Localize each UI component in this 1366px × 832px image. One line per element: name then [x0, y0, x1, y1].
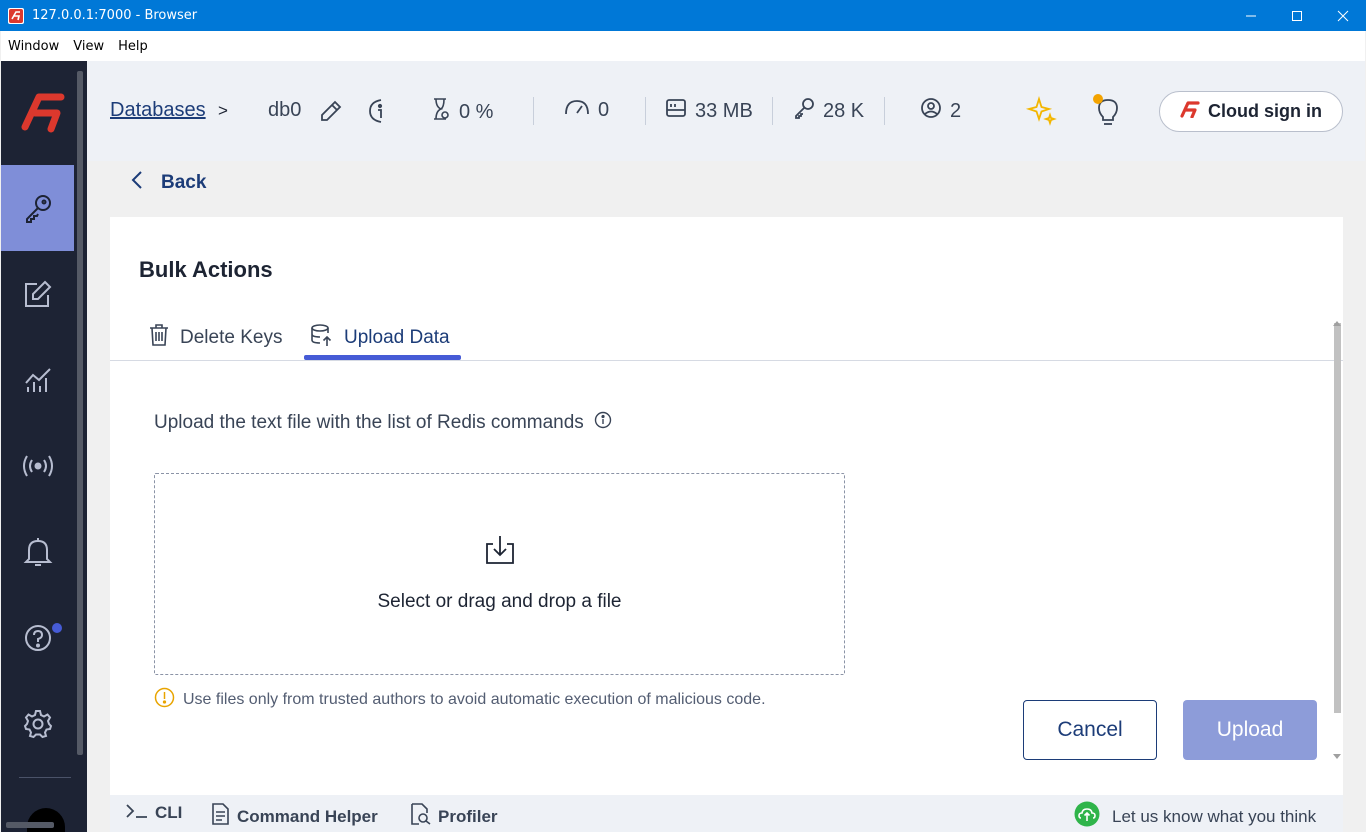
cpu-stat: 0 %	[431, 97, 493, 127]
cloud-sign-in-button[interactable]: Cloud sign in	[1159, 91, 1343, 132]
active-tab-indicator	[304, 355, 461, 360]
chevron-left-icon	[131, 170, 143, 196]
cli-button[interactable]: CLI	[126, 803, 182, 823]
memory-value: 33 MB	[695, 99, 753, 122]
close-button[interactable]	[1320, 0, 1366, 31]
profiler-button[interactable]: Profiler	[409, 803, 498, 830]
window-title: 127.0.0.1:7000 - Browser	[32, 8, 198, 23]
nav-help-question-icon[interactable]	[1, 595, 74, 681]
back-link[interactable]: Back	[131, 170, 206, 196]
maximize-button[interactable]	[1274, 0, 1320, 31]
nav-divider	[19, 777, 71, 778]
warning-info-icon	[154, 687, 175, 713]
terminal-prompt-icon	[126, 803, 148, 823]
nav-browser-key-icon[interactable]	[1, 165, 74, 251]
scroll-up-arrow-icon[interactable]	[1333, 313, 1341, 331]
header-divider	[645, 97, 646, 125]
feedback-cloud-arrow-icon	[1074, 801, 1100, 832]
menu-view[interactable]: View	[66, 39, 111, 54]
warning-text: Use files only from trusted authors to a…	[183, 691, 766, 708]
upload-instructions: Upload the text file with the list of Re…	[154, 411, 612, 435]
clients-value: 2	[950, 99, 962, 122]
memory-stat: 33 MB	[665, 97, 753, 125]
file-dropzone[interactable]: Select or drag and drop a file	[154, 473, 845, 675]
panel-scrollbar[interactable]	[1334, 323, 1341, 713]
trash-icon	[148, 323, 170, 353]
upload-button[interactable]: Upload	[1183, 700, 1317, 760]
breadcrumb-separator: >	[218, 101, 228, 120]
cloud-sign-in-label: Cloud sign in	[1208, 101, 1322, 121]
tab-upload-data-label: Upload Data	[344, 327, 450, 348]
scroll-down-arrow-icon[interactable]	[1333, 747, 1341, 765]
minimize-button[interactable]	[1228, 0, 1274, 31]
back-label: Back	[161, 172, 207, 193]
header-divider	[884, 97, 885, 125]
security-warning: Use files only from trusted authors to a…	[154, 687, 766, 713]
bulk-actions-panel: Bulk Actions Delete Keys Upload Data Upl…	[110, 217, 1343, 795]
info-icon[interactable]	[367, 98, 391, 129]
bottom-bar: CLI Command Helper Profiler Let us know …	[110, 795, 1343, 832]
nav-settings-gear-icon[interactable]	[1, 681, 74, 767]
header-divider	[772, 97, 773, 125]
database-upload-icon	[310, 323, 334, 353]
cancel-button[interactable]: Cancel	[1023, 700, 1157, 760]
download-tray-icon	[483, 534, 517, 571]
menu-help[interactable]: Help	[111, 39, 155, 54]
help-notification-badge	[52, 623, 62, 633]
cpu-hourglass-icon	[431, 97, 451, 127]
menu-bar: Window View Help	[1, 31, 1365, 61]
menu-window[interactable]: Window	[1, 39, 66, 54]
nav-scrollbar[interactable]	[77, 71, 83, 755]
ops-stat: 0	[564, 97, 609, 123]
info-circle-icon[interactable]	[594, 411, 612, 435]
upload-instructions-label: Upload the text file with the list of Re…	[154, 412, 584, 433]
window-titlebar: 127.0.0.1:7000 - Browser	[0, 0, 1366, 31]
clients-stat: 2	[920, 97, 961, 125]
feedback-link[interactable]: Let us know what you think	[1074, 801, 1316, 832]
profiler-label: Profiler	[438, 806, 498, 826]
keys-key-icon	[793, 97, 815, 125]
redis-cloud-icon	[1180, 100, 1200, 123]
cpu-value: 0 %	[459, 100, 494, 123]
bulk-actions-tabs: Delete Keys Upload Data	[110, 315, 1343, 361]
tab-delete-keys-label: Delete Keys	[180, 327, 283, 348]
speedometer-icon	[564, 97, 590, 123]
edit-pencil-icon[interactable]	[319, 99, 343, 128]
nav-notifications-bell-icon[interactable]	[1, 509, 74, 595]
command-helper-label: Command Helper	[237, 806, 378, 826]
dropzone-text: Select or drag and drop a file	[377, 591, 622, 612]
user-icon	[920, 97, 942, 125]
ai-sparkle-icon[interactable]	[1025, 95, 1057, 132]
ops-value: 0	[598, 98, 610, 121]
nav-analysis-chart-icon[interactable]	[1, 337, 74, 423]
tab-delete-keys[interactable]: Delete Keys	[148, 315, 282, 361]
top-header: Databases > db0 0 % 0 33 MB 28 K 2 Cloud…	[87, 61, 1365, 161]
insights-lightbulb-icon[interactable]	[1091, 93, 1125, 132]
left-navigation	[1, 61, 87, 832]
profiler-search-doc-icon	[409, 803, 431, 830]
memory-disk-icon	[665, 97, 687, 125]
header-divider	[533, 97, 534, 125]
breadcrumb-databases-link[interactable]: Databases	[110, 99, 206, 122]
feedback-label: Let us know what you think	[1112, 806, 1317, 826]
command-helper-button[interactable]: Command Helper	[210, 803, 378, 830]
nav-pubsub-broadcast-icon[interactable]	[1, 423, 74, 509]
database-name: db0	[268, 99, 302, 121]
nav-horizontal-scrollbar[interactable]	[6, 822, 54, 828]
app-icon	[8, 7, 24, 24]
redis-logo[interactable]	[21, 91, 67, 138]
keys-stat: 28 K	[793, 97, 864, 125]
document-icon	[210, 803, 230, 830]
nav-workbench-edit-icon[interactable]	[1, 251, 74, 337]
cli-label: CLI	[155, 803, 183, 822]
page-title: Bulk Actions	[139, 257, 273, 282]
keys-value: 28 K	[823, 99, 865, 122]
